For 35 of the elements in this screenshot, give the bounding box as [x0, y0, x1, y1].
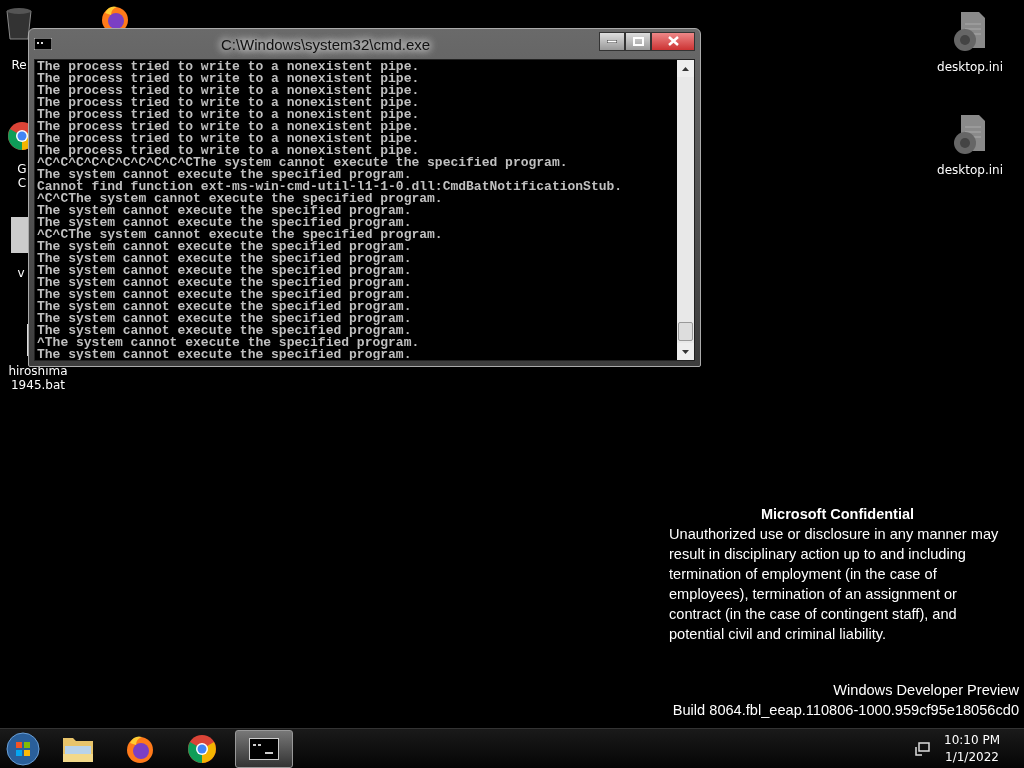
network-icon[interactable]: [914, 740, 930, 757]
scroll-up-button[interactable]: [677, 60, 694, 77]
console-line: The process tried to write to a nonexistent pipe.: [37, 60, 420, 74]
notice-text: Unauthorized use or disclosure in any manner may result in disciplinary action up to and including termination of employment (in the case of employees), termination of an assignment or contract (in the case of contingent staff), and potential civil and criminal liability.: [669, 525, 1000, 644]
build-info-text: Windows Developer Preview: [833, 681, 1019, 700]
taskbar-button[interactable]: [235, 729, 293, 768]
icon-label: v: [17, 266, 25, 280]
window-title: C:\Windows\system32\cmd.exe: [219, 35, 432, 53]
notice-title: Microsoft Confidential: [760, 505, 915, 524]
build-info-text: Build 8064.fbl_eeap.110806-1000.959cf95e18056cd0: [672, 701, 1019, 720]
scroll-down-button[interactable]: [677, 343, 694, 360]
close-icon: [667, 36, 679, 46]
icon-label: G C: [17, 162, 27, 190]
down-arrow-icon: [682, 349, 689, 354]
up-arrow-icon: [682, 66, 689, 71]
icon-label: desktop.ini: [937, 60, 1003, 74]
clock[interactable]: 10:10 PM 1/1/2022: [944, 731, 1000, 766]
scrollbar[interactable]: [677, 60, 694, 360]
clock-date: 1/1/2022: [945, 748, 999, 766]
windows-logo-icon: [6, 731, 40, 766]
icon-label: desktop.ini: [937, 163, 1003, 177]
console-icon: [34, 38, 52, 50]
console-icon: [249, 737, 279, 760]
maximize-button[interactable]: [625, 31, 651, 51]
clock-time: 10:10 PM: [944, 731, 1000, 749]
minimize-icon: [607, 39, 617, 43]
chrome-icon: [186, 732, 218, 765]
scroll-thumb[interactable]: [678, 322, 693, 341]
minimize-button[interactable]: [599, 31, 625, 51]
icon-label: Re: [11, 58, 27, 72]
close-button[interactable]: [651, 31, 695, 51]
icon-label: hiroshima 1945.bat: [8, 364, 68, 392]
start-button[interactable]: [3, 730, 43, 767]
console-line: ^C^CThe system cannot execute the specified program.: [37, 191, 443, 206]
maximize-icon: [632, 36, 644, 46]
